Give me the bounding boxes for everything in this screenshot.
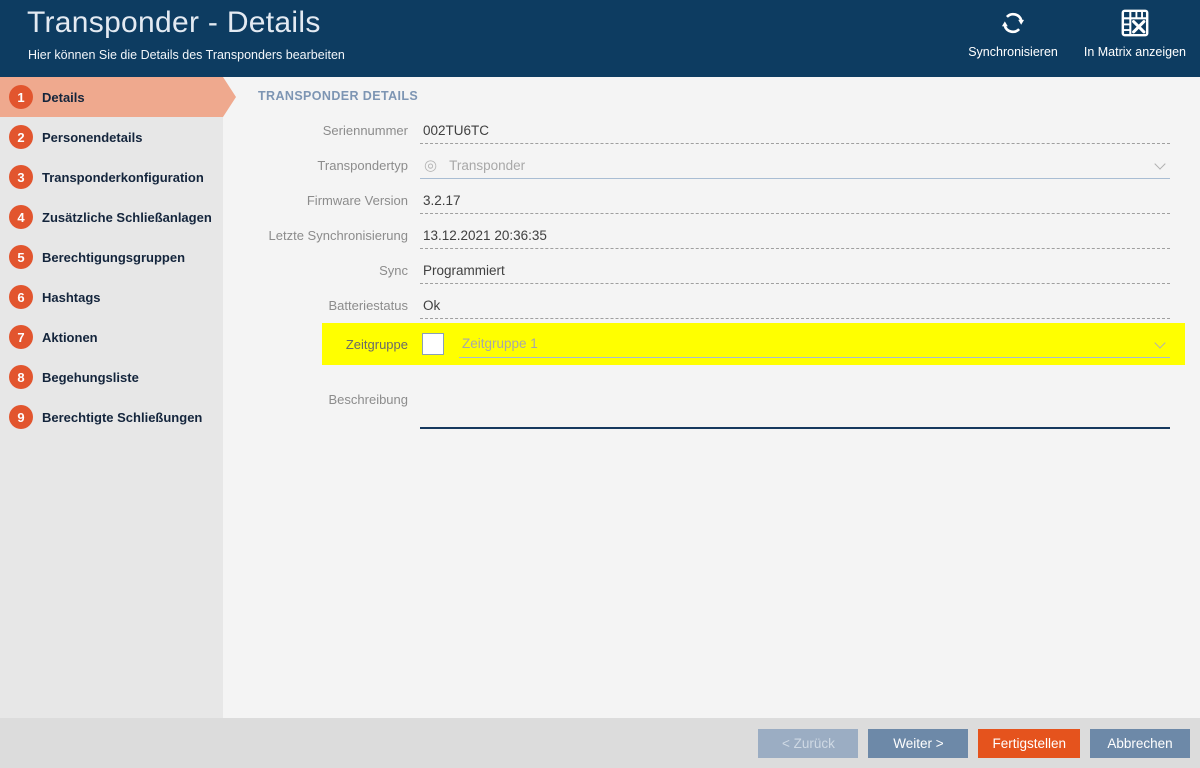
synchronize-button[interactable]: Synchronisieren <box>968 8 1058 59</box>
step-number-badge: 5 <box>9 245 33 269</box>
zeitgruppe-label: Zeitgruppe <box>223 337 408 352</box>
zeitgruppe-value: Zeitgruppe 1 <box>459 336 538 351</box>
seriennummer-input[interactable]: 002TU6TC <box>420 117 1170 144</box>
batteriestatus-value: Ok <box>420 298 440 313</box>
field-row-sync: Sync Programmiert <box>223 253 1200 288</box>
sync-input[interactable]: Programmiert <box>420 257 1170 284</box>
field-row-beschreibung: Beschreibung <box>223 383 1200 427</box>
header-actions: Synchronisieren In Matrix a <box>968 8 1186 59</box>
sidebar-item-personendetails[interactable]: 2 Personendetails <box>0 117 223 157</box>
letzte-synchronisierung-value: 13.12.2021 20:36:35 <box>420 228 547 243</box>
field-row-zeitgruppe: Zeitgruppe Zeitgruppe 1 <box>223 323 1200 365</box>
sidebar-item-label: Aktionen <box>42 330 98 345</box>
firmware-version-input[interactable]: 3.2.17 <box>420 187 1170 214</box>
back-button[interactable]: < Zurück <box>758 729 858 758</box>
batteriestatus-label: Batteriestatus <box>223 298 408 313</box>
step-number-badge: 3 <box>9 165 33 189</box>
sidebar-item-label: Details <box>42 90 85 105</box>
sidebar-item-begehungsliste[interactable]: 8 Begehungsliste <box>0 357 223 397</box>
sidebar-item-zusaetzliche-schliessanlagen[interactable]: 4 Zusätzliche Schließanlagen <box>0 197 223 237</box>
field-row-firmware-version: Firmware Version 3.2.17 <box>223 183 1200 218</box>
zeitgruppe-dropdown[interactable]: Zeitgruppe 1 <box>459 331 1170 358</box>
sidebar-item-details[interactable]: 1 Details <box>0 77 223 117</box>
cancel-button[interactable]: Abbrechen <box>1090 729 1190 758</box>
seriennummer-value: 002TU6TC <box>420 123 489 138</box>
step-number-badge: 1 <box>9 85 33 109</box>
step-number-badge: 9 <box>9 405 33 429</box>
transponder-type-icon: ◎ <box>424 158 437 173</box>
seriennummer-label: Seriennummer <box>223 123 408 138</box>
sidebar-item-label: Berechtigte Schließungen <box>42 410 202 425</box>
chevron-down-icon <box>1154 337 1165 348</box>
field-row-transpondertyp: Transpondertyp ◎ Transponder <box>223 148 1200 183</box>
page-title: Transponder - Details <box>27 6 321 40</box>
sidebar-item-label: Berechtigungsgruppen <box>42 250 185 265</box>
sidebar-item-label: Personendetails <box>42 130 142 145</box>
chevron-down-icon <box>1154 158 1165 169</box>
zeitgruppe-checkbox[interactable] <box>422 333 444 355</box>
transpondertyp-value: Transponder <box>446 158 525 173</box>
show-in-matrix-label: In Matrix anzeigen <box>1084 45 1186 59</box>
next-button[interactable]: Weiter > <box>868 729 968 758</box>
sync-icon <box>998 8 1028 43</box>
sidebar-item-label: Begehungsliste <box>42 370 139 385</box>
step-number-badge: 7 <box>9 325 33 349</box>
page-subtitle: Hier können Sie die Details des Transpon… <box>28 48 345 62</box>
step-number-badge: 2 <box>9 125 33 149</box>
step-number-badge: 4 <box>9 205 33 229</box>
section-title: TRANSPONDER DETAILS <box>258 89 1200 107</box>
firmware-version-value: 3.2.17 <box>420 193 461 208</box>
step-number-badge: 8 <box>9 365 33 389</box>
step-number-badge: 6 <box>9 285 33 309</box>
sync-value: Programmiert <box>420 263 505 278</box>
synchronize-label: Synchronisieren <box>968 45 1058 59</box>
field-row-seriennummer: Seriennummer 002TU6TC <box>223 113 1200 148</box>
sidebar-item-label: Zusätzliche Schließanlagen <box>42 210 212 225</box>
show-in-matrix-button[interactable]: In Matrix anzeigen <box>1084 8 1186 59</box>
sidebar-item-label: Transponderkonfiguration <box>42 170 204 185</box>
sidebar-item-berechtigte-schliessungen[interactable]: 9 Berechtigte Schließungen <box>0 397 223 437</box>
sidebar: 1 Details 2 Personendetails 3 Transponde… <box>0 77 223 718</box>
matrix-icon <box>1120 8 1150 43</box>
sidebar-item-aktionen[interactable]: 7 Aktionen <box>0 317 223 357</box>
letzte-synchronisierung-input[interactable]: 13.12.2021 20:36:35 <box>420 222 1170 249</box>
sidebar-item-label: Hashtags <box>42 290 101 305</box>
content: TRANSPONDER DETAILS Seriennummer 002TU6T… <box>223 77 1200 718</box>
firmware-version-label: Firmware Version <box>223 193 408 208</box>
beschreibung-input[interactable] <box>420 383 1170 429</box>
transpondertyp-label: Transpondertyp <box>223 158 408 173</box>
sidebar-item-transponderkonfiguration[interactable]: 3 Transponderkonfiguration <box>0 157 223 197</box>
transpondertyp-dropdown[interactable]: ◎ Transponder <box>420 152 1170 179</box>
sync-label: Sync <box>223 263 408 278</box>
batteriestatus-input[interactable]: Ok <box>420 292 1170 319</box>
field-row-batteriestatus: Batteriestatus Ok <box>223 288 1200 323</box>
finish-button[interactable]: Fertigstellen <box>978 729 1080 758</box>
sidebar-item-berechtigungsgruppen[interactable]: 5 Berechtigungsgruppen <box>0 237 223 277</box>
field-row-letzte-synchronisierung: Letzte Synchronisierung 13.12.2021 20:36… <box>223 218 1200 253</box>
beschreibung-label: Beschreibung <box>223 383 408 407</box>
sidebar-item-hashtags[interactable]: 6 Hashtags <box>0 277 223 317</box>
letzte-synchronisierung-label: Letzte Synchronisierung <box>223 228 408 243</box>
footer: < Zurück Weiter > Fertigstellen Abbreche… <box>0 718 1200 768</box>
header: Transponder - Details Hier können Sie di… <box>0 0 1200 77</box>
